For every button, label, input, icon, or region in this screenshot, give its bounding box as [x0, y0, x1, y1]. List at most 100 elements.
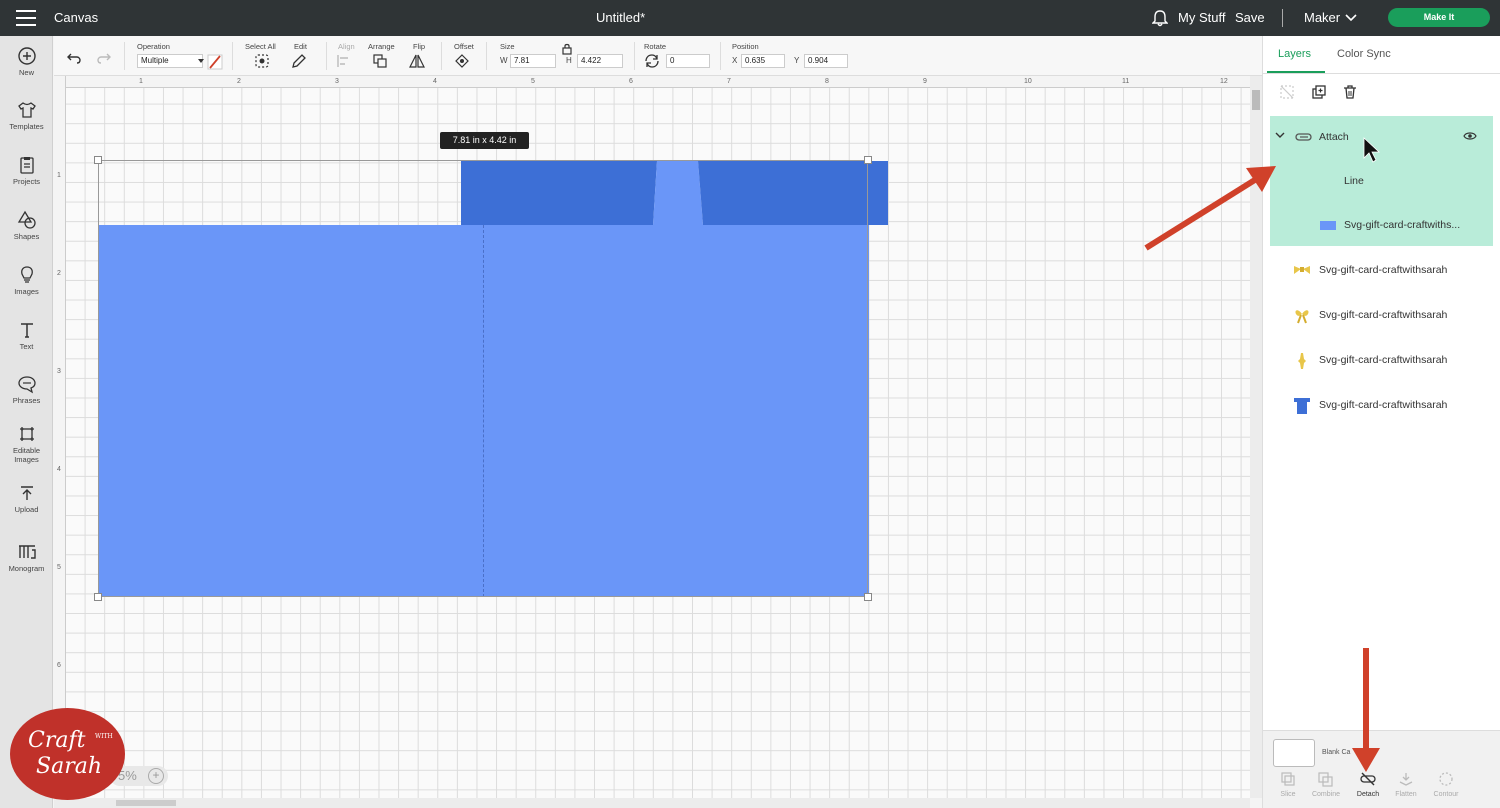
- machine-select[interactable]: Maker: [1304, 10, 1340, 25]
- height-input[interactable]: 4.422: [577, 54, 623, 68]
- scrollbar-thumb[interactable]: [1252, 90, 1260, 110]
- ruler-number: 5: [531, 78, 535, 85]
- logo-text: Sarah: [36, 754, 102, 779]
- bell-icon[interactable]: [1152, 9, 1168, 27]
- y-letter: Y: [794, 56, 800, 65]
- sidebar-item-phrases[interactable]: Phrases: [0, 374, 53, 405]
- layer-item-name[interactable]: Svg-gift-card-craftwithsarah: [1319, 354, 1447, 366]
- sidebar-item-label: Phrases: [12, 396, 41, 405]
- blank-canvas-label: Blank Ca: [1322, 749, 1351, 756]
- offset-icon[interactable]: [454, 53, 470, 69]
- ruler-number: 1: [57, 172, 61, 179]
- my-stuff-link[interactable]: My Stuff: [1178, 10, 1225, 25]
- tab-color-sync[interactable]: Color Sync: [1337, 48, 1391, 60]
- rotate-input[interactable]: 0: [666, 54, 710, 68]
- logo-text: Craft: [28, 728, 86, 753]
- shirt-icon: [17, 102, 36, 118]
- combine-label: Combine: [1311, 791, 1340, 798]
- sidebar-item-new[interactable]: New: [0, 46, 53, 77]
- sidebar-item-images[interactable]: Images: [0, 265, 53, 296]
- upload-icon: [20, 486, 33, 500]
- sidebar-item-projects[interactable]: Projects: [0, 155, 53, 186]
- menu-icon[interactable]: [16, 10, 36, 26]
- chevron-down-icon[interactable]: [1275, 130, 1285, 140]
- rotate-icon[interactable]: [644, 53, 660, 69]
- dropdown-caret-icon: [198, 59, 204, 63]
- arrange-icon[interactable]: [372, 53, 388, 69]
- pencil-icon[interactable]: [291, 53, 307, 69]
- ruler-number: 1: [139, 78, 143, 85]
- top-bar: Canvas Untitled* My Stuff Save Maker Mak…: [0, 0, 1500, 36]
- sidebar-item-monogram[interactable]: Monogram: [0, 542, 53, 573]
- lightbulb-icon: [20, 266, 33, 283]
- lock-icon[interactable]: [561, 43, 573, 55]
- combine-button[interactable]: Combine: [1305, 771, 1347, 798]
- make-it-button[interactable]: Make It: [1388, 8, 1490, 27]
- resize-handle[interactable]: [864, 156, 872, 164]
- layer-item-name[interactable]: Svg-gift-card-craftwithsarah: [1319, 264, 1447, 276]
- topbar-divider: [1282, 9, 1283, 27]
- align-label: Align: [338, 42, 355, 51]
- document-title[interactable]: Untitled*: [596, 10, 645, 25]
- height-letter: H: [566, 56, 572, 65]
- sidebar-item-label: Editable Images: [12, 446, 41, 464]
- select-all-icon[interactable]: [254, 53, 270, 69]
- width-input[interactable]: 7.81: [510, 54, 556, 68]
- flatten-icon: [1399, 773, 1413, 786]
- layer-group-name: Attach: [1319, 131, 1349, 143]
- horizontal-scrollbar[interactable]: [54, 798, 1250, 808]
- monogram-icon: [18, 545, 36, 559]
- sidebar-item-label: Templates: [9, 122, 44, 131]
- resize-handle[interactable]: [94, 156, 102, 164]
- y-position-input[interactable]: 0.904: [804, 54, 848, 68]
- duplicate-icon[interactable]: [1311, 84, 1327, 100]
- edit-nodes-icon: [19, 427, 34, 441]
- sidebar-item-shapes[interactable]: Shapes: [0, 210, 53, 241]
- detach-button[interactable]: Detach: [1347, 771, 1389, 798]
- group-icon[interactable]: [1279, 84, 1295, 100]
- contour-button[interactable]: Contour: [1425, 771, 1467, 798]
- operation-select[interactable]: Multiple: [137, 54, 203, 68]
- bow-icon: [1295, 310, 1309, 324]
- chevron-down-icon[interactable]: [1345, 12, 1357, 22]
- tab-layers[interactable]: Layers: [1278, 48, 1311, 60]
- save-button[interactable]: Save: [1235, 10, 1265, 25]
- ruler-number: 4: [57, 466, 61, 473]
- scrollbar-thumb[interactable]: [116, 800, 176, 806]
- flip-label: Flip: [413, 42, 426, 51]
- trash-icon[interactable]: [1342, 84, 1358, 100]
- eye-icon[interactable]: [1463, 131, 1477, 141]
- resize-handle[interactable]: [864, 593, 872, 601]
- flip-icon[interactable]: [409, 53, 425, 69]
- sidebar-item-upload[interactable]: Upload: [0, 483, 53, 514]
- vertical-scrollbar[interactable]: [1250, 76, 1262, 798]
- align-icon[interactable]: [336, 53, 352, 69]
- layer-item-name[interactable]: Svg-gift-card-craftwithsarah: [1319, 399, 1447, 411]
- combine-icon: [1318, 772, 1333, 787]
- ruler-number: 4: [433, 78, 437, 85]
- toolbar-divider: [326, 42, 327, 70]
- ruler-number: 2: [57, 270, 61, 277]
- zoom-in-icon[interactable]: +: [148, 768, 164, 784]
- sidebar-item-label: Text: [19, 342, 34, 351]
- x-letter: X: [732, 56, 738, 65]
- sidebar-item-templates[interactable]: Templates: [0, 100, 53, 131]
- redo-icon[interactable]: [96, 50, 112, 66]
- sidebar-item-editable-images[interactable]: Editable Images: [0, 424, 53, 464]
- sidebar-item-label: Projects: [12, 177, 41, 186]
- selection-box[interactable]: [98, 160, 868, 597]
- sidebar-item-text[interactable]: Text: [0, 320, 53, 351]
- plus-circle-icon: [17, 47, 36, 65]
- pen-color-icon[interactable]: [207, 54, 223, 70]
- resize-handle[interactable]: [94, 593, 102, 601]
- flatten-button[interactable]: Flatten: [1385, 771, 1427, 798]
- ruler-number: 10: [1024, 78, 1032, 85]
- slice-button[interactable]: Slice: [1267, 771, 1309, 798]
- layer-item-name[interactable]: Svg-gift-card-craftwithsarah: [1319, 309, 1447, 321]
- blank-canvas-swatch[interactable]: [1273, 739, 1315, 767]
- x-position-input[interactable]: 0.635: [741, 54, 785, 68]
- sidebar-item-label: Shapes: [13, 232, 40, 241]
- undo-icon[interactable]: [66, 50, 82, 66]
- tab-divider: [1263, 73, 1500, 74]
- layer-item-name[interactable]: Svg-gift-card-craftwiths...: [1344, 219, 1460, 231]
